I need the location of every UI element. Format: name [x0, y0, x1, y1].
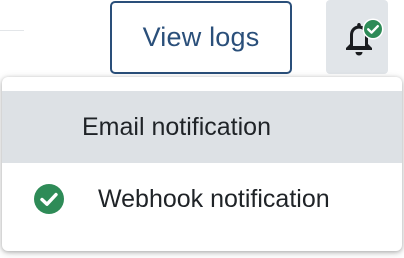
- menu-item-label: Webhook notification: [98, 184, 330, 213]
- page: View logs Email notification Webhook not…: [0, 0, 404, 258]
- menu-item-label: Email notification: [82, 112, 271, 141]
- check-badge-icon: [362, 18, 384, 40]
- menu-padding: [2, 77, 402, 91]
- view-logs-label: View logs: [142, 22, 260, 52]
- divider: [0, 30, 24, 31]
- view-logs-button[interactable]: View logs: [110, 1, 292, 74]
- notifications-button[interactable]: [326, 0, 388, 74]
- check-circle-icon: [34, 184, 64, 214]
- menu-item-webhook-notification[interactable]: Webhook notification: [2, 163, 402, 235]
- notification-type-menu: Email notification Webhook notification: [2, 77, 402, 251]
- menu-item-email-notification[interactable]: Email notification: [2, 91, 402, 163]
